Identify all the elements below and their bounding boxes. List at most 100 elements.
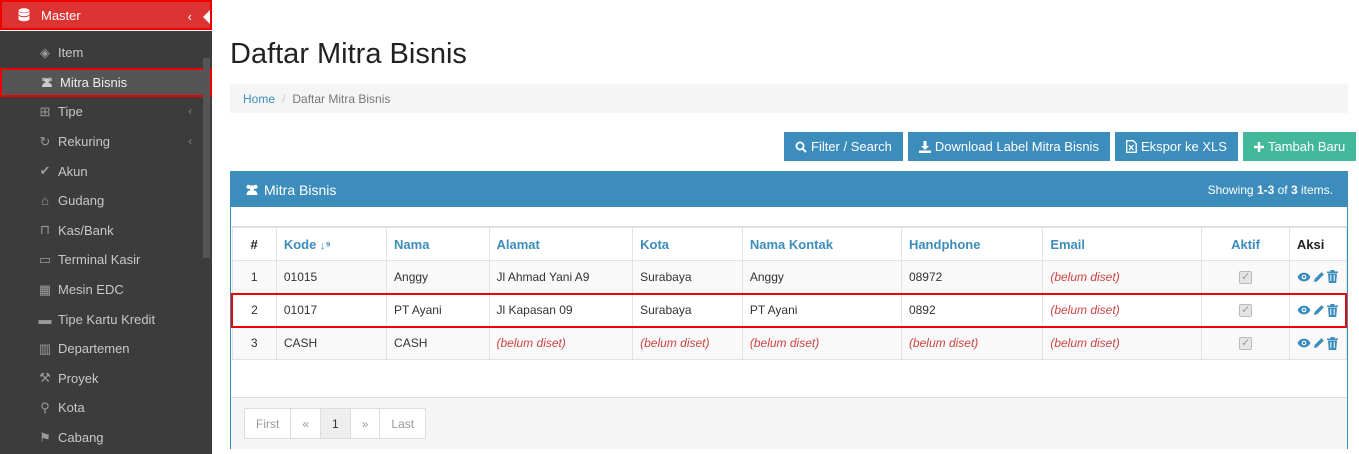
summary-prefix: Showing — [1207, 182, 1257, 197]
pager-next[interactable]: » — [351, 409, 381, 438]
sidebar-scrollbar[interactable] — [203, 58, 210, 258]
download-label-text: Download Label Mitra Bisnis — [934, 139, 1099, 154]
col-header-kode[interactable]: Kode ↓⁹ — [275, 227, 388, 261]
cell-aksi — [1288, 260, 1347, 294]
panel-footer: First « 1 » Last — [231, 397, 1347, 449]
cell-number: 1 — [231, 260, 277, 294]
sidebar-item-terminal-kasir[interactable]: ▭ Terminal Kasir — [0, 245, 212, 275]
sidebar-item-label: Terminal Kasir — [58, 252, 141, 268]
sidebar-item-tipe[interactable]: ⊞ Tipe ‹ — [0, 97, 212, 127]
col-header-alamat[interactable]: Alamat — [488, 227, 634, 261]
pager-last[interactable]: Last — [380, 409, 425, 438]
map-marker-icon: ⚲ — [40, 399, 50, 415]
summary-end: items. — [1297, 182, 1333, 197]
col-header-kota[interactable]: Kota — [632, 227, 743, 261]
export-xls-button[interactable]: Ekspor ke XLS — [1114, 132, 1238, 161]
col-header-nama[interactable]: Nama — [386, 227, 490, 261]
delete-trash-icon[interactable] — [1326, 303, 1338, 317]
sidebar-item-rekuring[interactable]: ↻ Rekuring ‹ — [0, 127, 212, 157]
cell-nama: PT Ayani — [386, 292, 490, 328]
summary-range: 1-3 — [1256, 182, 1275, 197]
main-content: Daftar Mitra Bisnis Home / Daftar Mitra … — [212, 0, 1359, 454]
cell-kota: Surabaya — [632, 292, 743, 328]
summary-of: of — [1274, 182, 1291, 197]
cell-aksi — [1288, 292, 1347, 328]
sidebar-item-kas-bank[interactable]: ⊓ Kas/Bank — [0, 216, 212, 246]
table-row: 1 01015 Anggy Jl Ahmad Yani A9 Surabaya … — [231, 260, 1347, 294]
cell-nama: Anggy — [386, 260, 490, 294]
active-pointer — [203, 10, 210, 24]
sidebar-item-proyek[interactable]: ⚒ Proyek — [0, 364, 212, 394]
edit-pencil-icon[interactable] — [1313, 337, 1325, 349]
cube-icon: ◈ — [40, 44, 50, 60]
add-new-button[interactable]: Tambah Baru — [1242, 132, 1357, 161]
edit-pencil-icon[interactable] — [1313, 271, 1325, 283]
sidebar-item-akun[interactable]: ✔ Akun — [0, 156, 212, 186]
sidebar-item-item[interactable]: ◈ Item — [0, 38, 212, 68]
download-icon — [918, 140, 931, 153]
filter-search-label: Filter / Search — [811, 139, 892, 154]
sort-asc-icon: ↓⁹ — [319, 239, 331, 252]
calculator-icon: ▦ — [38, 281, 52, 297]
pager-page-1[interactable]: 1 — [321, 409, 351, 438]
table-row: 2 01017 PT Ayani Jl Kapasan 09 Surabaya … — [230, 292, 1347, 328]
home-icon: ⌂ — [41, 193, 49, 209]
pager-prev[interactable]: « — [291, 409, 322, 438]
gavel-icon: ⚒ — [39, 370, 51, 386]
breadcrumb-home-link[interactable]: Home — [243, 92, 275, 106]
col-header-email[interactable]: Email — [1042, 227, 1203, 261]
cell-alamat: Jl Ahmad Yani A9 — [488, 260, 634, 294]
chevron-left-icon: ‹ — [188, 135, 192, 148]
panel-spacer — [231, 207, 1347, 227]
delete-trash-icon[interactable] — [1326, 336, 1338, 350]
sidebar-master-label: Master — [41, 7, 81, 23]
cell-aksi — [1288, 326, 1347, 360]
sidebar-item-cabang[interactable]: ⚑ Cabang — [0, 423, 212, 453]
bank-icon: ⊓ — [39, 222, 51, 238]
pagination: First « 1 » Last — [244, 408, 427, 439]
sidebar-item-label: Rekuring — [58, 134, 111, 150]
cell-kota: (belum diset) — [632, 326, 743, 360]
download-label-button[interactable]: Download Label Mitra Bisnis — [907, 132, 1110, 161]
cell-kontak: Anggy — [741, 260, 902, 294]
mitra-bisnis-panel: Mitra Bisnis Showing 1-3 of 3 items. # K… — [230, 171, 1348, 449]
col-header-aktif[interactable]: Aktif — [1201, 227, 1290, 261]
sidebar-master-header[interactable]: Master ‹ — [0, 0, 213, 31]
chevron-left-icon: ‹ — [187, 9, 192, 24]
col-header-nama-kontak[interactable]: Nama Kontak — [741, 227, 902, 261]
flag-icon: ⚑ — [39, 429, 51, 445]
sidebar-item-mitra-bisnis[interactable]: Mitra Bisnis — [0, 67, 212, 98]
cell-kode: CASH — [275, 326, 388, 360]
sidebar-item-label: Kota — [58, 400, 85, 416]
cell-aktif — [1201, 292, 1290, 328]
sidebar-item-label: Mitra Bisnis — [60, 74, 128, 90]
delete-trash-icon[interactable] — [1326, 270, 1338, 284]
col-header-number: # — [231, 227, 277, 261]
view-eye-icon[interactable] — [1297, 338, 1311, 348]
sidebar-item-mesin-edc[interactable]: ▦ Mesin EDC — [0, 275, 212, 305]
sidebar-item-kota[interactable]: ⚲ Kota — [0, 393, 212, 423]
breadcrumb-separator: / — [282, 91, 286, 106]
sidebar-item-label: Akun — [58, 163, 88, 179]
sidebar-item-label: Departemen — [58, 341, 130, 357]
sidebar-item-gudang[interactable]: ⌂ Gudang — [0, 186, 212, 216]
breadcrumb: Home / Daftar Mitra Bisnis — [230, 84, 1348, 113]
sidebar-item-label: Tipe — [58, 104, 83, 120]
refresh-icon: ↻ — [39, 133, 51, 149]
view-eye-icon[interactable] — [1297, 305, 1311, 315]
view-eye-icon[interactable] — [1297, 272, 1311, 282]
database-icon — [18, 8, 32, 22]
toolbar: Filter / Search Download Label Mitra Bis… — [784, 132, 1357, 161]
pager-first[interactable]: First — [245, 409, 292, 438]
edit-pencil-icon[interactable] — [1313, 304, 1325, 316]
sidebar: Master ‹ ◈ Item Mitra Bisnis ⊞ Tipe ‹ ↻ Reku… — [0, 0, 213, 454]
table-row: 3 CASH CASH (belum diset) (belum diset) … — [231, 326, 1347, 360]
page-title: Daftar Mitra Bisnis — [230, 38, 467, 70]
results-summary: Showing 1-3 of 3 items. — [1208, 183, 1333, 197]
col-header-kode-label: Kode — [283, 236, 317, 252]
col-header-handphone[interactable]: Handphone — [900, 227, 1044, 261]
sidebar-item-tipe-kartu-kredit[interactable]: ▬ Tipe Kartu Kredit — [0, 304, 212, 334]
filter-search-button[interactable]: Filter / Search — [784, 132, 903, 161]
sidebar-item-label: Tipe Kartu Kredit — [58, 311, 156, 327]
sidebar-item-departemen[interactable]: ▥ Departemen — [0, 334, 212, 364]
